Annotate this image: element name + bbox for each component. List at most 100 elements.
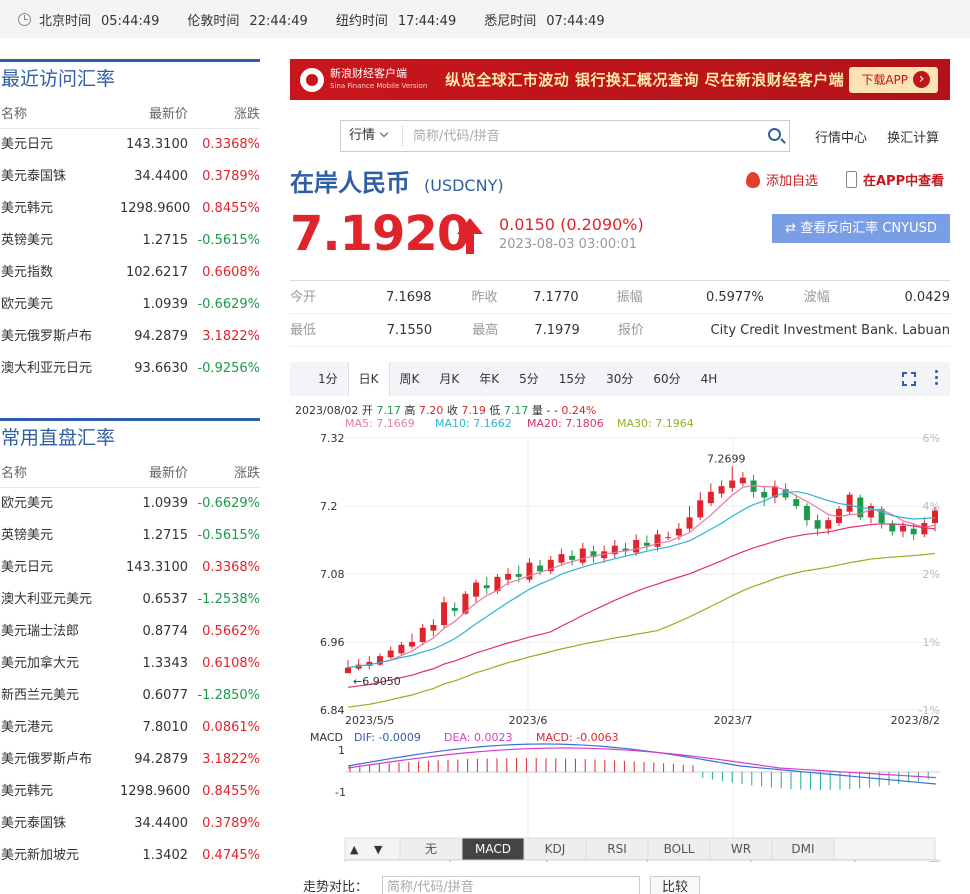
rate-change: -0.5615% (197, 528, 260, 543)
chart-tab[interactable]: 5分 (509, 362, 549, 396)
rate-name[interactable]: 英镑美元 (0, 225, 120, 257)
candle-body (697, 500, 704, 518)
rate-name[interactable]: 新西兰元美元 (0, 680, 120, 712)
rate-name[interactable]: 美元日元 (0, 552, 120, 584)
candle-body (398, 644, 405, 654)
download-app-button[interactable]: 下载APP (849, 67, 938, 93)
rate-row[interactable]: 英镑美元 1.2715 -0.5615% (0, 225, 260, 257)
rate-row[interactable]: 英镑美元 1.2715 -0.5615% (0, 520, 260, 552)
rate-name[interactable]: 美元加拿大元 (0, 648, 120, 680)
common-rates-panel: 常用直盘汇率 名称 最新价 涨跌 欧元美元 1.0939 -0.6629% 英镑美元 1… (0, 418, 260, 872)
rate-name[interactable]: 美元指数 (0, 257, 120, 289)
chart-tab[interactable]: 月K (429, 362, 469, 396)
rate-name[interactable]: 美元瑞士法郎 (0, 616, 120, 648)
candle-body (814, 520, 821, 529)
candle-body (686, 517, 693, 529)
rate-price: 94.2879 (134, 329, 188, 344)
rate-price: 0.6537 (142, 592, 189, 607)
ma-legend-ma5: MA5: 7.1669 (345, 417, 415, 430)
world-times: 北京时间 05:44:49 伦敦时间 22:44:49 纽约时间 17:44:49 悉尼时间… (39, 10, 633, 29)
rate-price: 1.3343 (142, 656, 189, 671)
candle-body (537, 565, 544, 572)
rate-name[interactable]: 美元新加坡元 (0, 840, 120, 872)
rate-change: -0.9256% (197, 361, 260, 376)
rate-row[interactable]: 美元韩元 1298.9600 0.8455% (0, 776, 260, 808)
chevron-down-icon (379, 128, 389, 138)
indicator-tab-label[interactable]: RSI (607, 842, 627, 856)
candle-body (558, 554, 565, 563)
rate-row[interactable]: 美元韩元 1298.9600 0.8455% (0, 193, 260, 225)
rate-row[interactable]: 美元新加坡元 1.3402 0.4745% (0, 840, 260, 872)
rate-name[interactable]: 美元日元 (0, 129, 120, 161)
indicator-tab-label[interactable]: 无 (425, 842, 437, 856)
view-in-app-button[interactable]: 在APP中查看 (846, 170, 944, 189)
rate-name[interactable]: 英镑美元 (0, 520, 120, 552)
y-right-tick-label: 1% (923, 636, 940, 649)
rate-name[interactable]: 澳大利亚元日元 (0, 353, 120, 385)
low-annotation: ←6.9050 (353, 675, 401, 688)
rate-row[interactable]: 新西兰元美元 0.6077 -1.2850% (0, 680, 260, 712)
indicator-tab-label[interactable]: KDJ (545, 842, 566, 856)
candle-body (889, 524, 896, 532)
chart-tab[interactable]: 1分 (290, 362, 348, 396)
rate-row[interactable]: 欧元美元 1.0939 -0.6629% (0, 289, 260, 321)
x-tick-label: 2023/5/5 (345, 714, 394, 727)
time-item: 北京时间 05:44:49 (39, 13, 160, 29)
rate-name[interactable]: 美元泰国铢 (0, 808, 120, 840)
chart-tab[interactable]: 15分 (549, 362, 596, 396)
indicator-tab-label[interactable]: BOLL (664, 842, 695, 856)
rate-name[interactable]: 澳大利亚元美元 (0, 584, 120, 616)
rate-row[interactable]: 美元日元 143.3100 0.3368% (0, 552, 260, 584)
rate-name[interactable]: 美元港元 (0, 712, 120, 744)
time-item: 伦敦时间 22:44:49 (187, 13, 308, 29)
rate-row[interactable]: 美元泰国铢 34.4400 0.3789% (0, 161, 260, 193)
rate-name[interactable]: 美元泰国铢 (0, 161, 120, 193)
app-download-banner[interactable]: 新浪财经客户端 Sina Finance Mobile Version 纵览全球汇… (290, 59, 950, 100)
exchange-calculator-link[interactable]: 换汇计算 (887, 131, 939, 146)
kline-chart[interactable]: 2023/08/02 开 7.17 高 7.20 收 7.19 低 7.17 量… (290, 396, 950, 862)
compare-button[interactable]: 比较 (650, 876, 700, 894)
rate-name[interactable]: 美元韩元 (0, 193, 120, 225)
scroll-up-icon: ▲ (350, 843, 359, 856)
rate-row[interactable]: 欧元美元 1.0939 -0.6629% (0, 488, 260, 520)
rate-price: 102.6217 (125, 265, 188, 280)
indicator-tab-label[interactable]: MACD (475, 842, 511, 856)
chart-tab[interactable]: 日K (347, 362, 390, 396)
more-options-icon[interactable] (935, 370, 938, 373)
indicator-tab-label[interactable]: DMI (791, 842, 814, 856)
reverse-rate-button[interactable]: ⇄ 查看反向汇率 CNYUSD (772, 214, 950, 243)
rate-name[interactable]: 欧元美元 (0, 488, 120, 520)
chart-tab[interactable]: 30分 (596, 362, 643, 396)
market-select[interactable]: 行情 (341, 126, 403, 146)
chart-tab[interactable]: 周K (390, 362, 430, 396)
rate-row[interactable]: 美元指数 102.6217 0.6608% (0, 257, 260, 289)
fullscreen-icon[interactable] (902, 372, 916, 386)
compare-input[interactable]: 简称/代码/拼音 (382, 876, 640, 894)
rate-row[interactable]: 澳大利亚元日元 93.6630 -0.9256% (0, 353, 260, 385)
rate-price: 1.2715 (142, 528, 189, 543)
chart-tab[interactable]: 年K (469, 362, 509, 396)
common-rates-list: 欧元美元 1.0939 -0.6629% 英镑美元 1.2715 -0.5615% 美元日元… (0, 488, 260, 872)
chart-tab[interactable]: 60分 (643, 362, 690, 396)
y-right-tick-label: 2% (923, 568, 940, 581)
rate-row[interactable]: 美元日元 143.3100 0.3368% (0, 129, 260, 161)
add-favorite-button[interactable]: 添加自选 (746, 170, 818, 189)
search-icon[interactable] (768, 128, 781, 141)
rate-name[interactable]: 欧元美元 (0, 289, 120, 321)
rate-row[interactable]: 美元加拿大元 1.3343 0.6108% (0, 648, 260, 680)
candle-body (387, 650, 394, 658)
rate-name[interactable]: 美元韩元 (0, 776, 120, 808)
rate-name[interactable]: 美元俄罗斯卢布 (0, 321, 120, 353)
search-input[interactable] (413, 128, 743, 144)
rate-row[interactable]: 澳大利亚元美元 0.6537 -1.2538% (0, 584, 260, 616)
rate-row[interactable]: 美元泰国铢 34.4400 0.3789% (0, 808, 260, 840)
x-tick-label: 2023/8/2 (891, 714, 940, 727)
rate-row[interactable]: 美元俄罗斯卢布 94.2879 3.1822% (0, 744, 260, 776)
rate-row[interactable]: 美元瑞士法郎 0.8774 0.5662% (0, 616, 260, 648)
rate-row[interactable]: 美元俄罗斯卢布 94.2879 3.1822% (0, 321, 260, 353)
chart-tab[interactable]: 4H (691, 362, 728, 396)
rate-name[interactable]: 美元俄罗斯卢布 (0, 744, 120, 776)
indicator-tab-label[interactable]: WR (731, 842, 751, 856)
rate-row[interactable]: 美元港元 7.8010 0.0861% (0, 712, 260, 744)
market-center-link[interactable]: 行情中心 (815, 131, 867, 146)
